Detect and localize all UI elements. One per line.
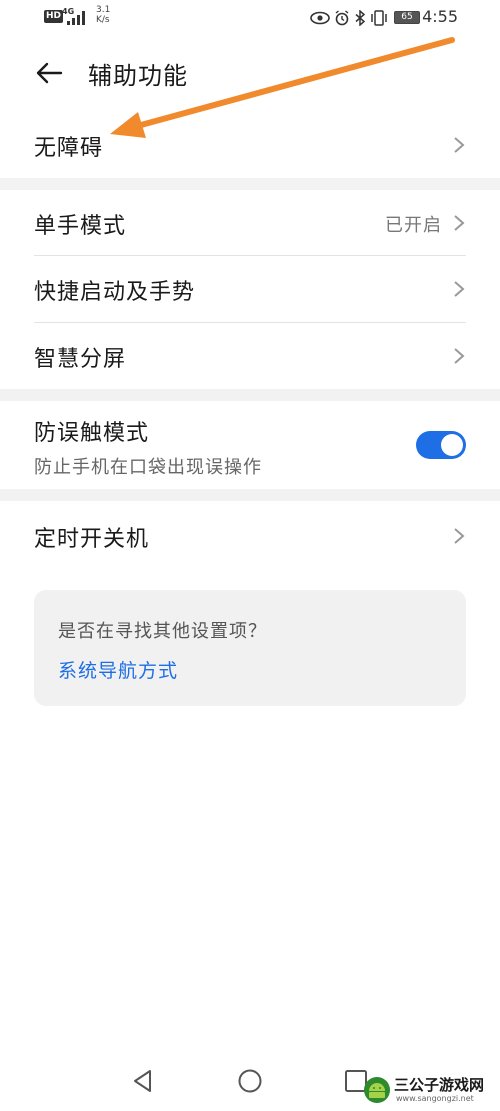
page-title: 辅助功能: [88, 62, 188, 90]
section-gap: [0, 178, 500, 190]
toggle-knob: [441, 434, 463, 456]
setting-row-scheduled-power[interactable]: 定时开关机: [0, 501, 500, 567]
anti-touch-toggle[interactable]: [416, 431, 466, 459]
section-gap: [0, 389, 500, 401]
battery-icon: 65: [394, 11, 420, 24]
vibrate-icon: [371, 10, 387, 26]
setting-label-one-hand-mode: 单手模式: [34, 214, 127, 239]
setting-desc-anti-touch: 防止手机在口袋出现误操作: [34, 457, 262, 478]
watermark: 三公子游戏网 www.sangongzi.net: [362, 1072, 494, 1108]
android-logo-icon: [364, 1077, 390, 1103]
chevron-right-icon: [454, 348, 465, 364]
signal-icon: [67, 11, 85, 25]
alarm-icon: [335, 10, 349, 26]
system-navigation-link[interactable]: 系统导航方式: [58, 656, 178, 683]
home-circle-icon[interactable]: [237, 1068, 263, 1094]
watermark-url: www.sangongzi.net: [396, 1094, 474, 1103]
status-time: 4:55: [422, 7, 458, 26]
back-triangle-icon[interactable]: [130, 1068, 156, 1094]
setting-row-one-hand-mode[interactable]: 单手模式 已开启: [0, 190, 500, 256]
setting-label-accessibility: 无障碍: [34, 136, 104, 161]
eye-icon: [310, 11, 330, 25]
watermark-title: 三公子游戏网: [394, 1076, 485, 1094]
chevron-right-icon: [454, 281, 465, 297]
setting-label-scheduled-power: 定时开关机: [34, 527, 150, 552]
setting-row-smart-split[interactable]: 智慧分屏: [0, 323, 500, 389]
setting-label-anti-touch: 防误触模式: [34, 421, 150, 446]
chevron-right-icon: [454, 137, 465, 153]
setting-label-quick-launch: 快捷启动及手势: [34, 280, 196, 305]
suggestion-card: 是否在寻找其他设置项？ 系统导航方式: [34, 590, 466, 706]
back-arrow-icon[interactable]: [34, 58, 64, 88]
chevron-right-icon: [454, 528, 465, 544]
section-gap: [0, 489, 500, 501]
setting-row-accessibility[interactable]: 无障碍: [0, 112, 500, 178]
chevron-right-icon: [454, 215, 465, 231]
suggestion-question: 是否在寻找其他设置项？: [58, 621, 267, 642]
status-bar: HD 4G 3.1 K/s 65 4:55: [0, 0, 500, 36]
network-speed: 3.1 K/s: [96, 5, 111, 25]
setting-row-anti-touch[interactable]: 防误触模式 防止手机在口袋出现误操作: [0, 401, 500, 489]
setting-row-quick-launch[interactable]: 快捷启动及手势: [0, 256, 500, 322]
bluetooth-icon: [355, 10, 366, 26]
setting-label-smart-split: 智慧分屏: [34, 347, 127, 372]
hd-badge: HD: [44, 10, 64, 23]
setting-value-one-hand-mode: 已开启: [385, 215, 442, 236]
